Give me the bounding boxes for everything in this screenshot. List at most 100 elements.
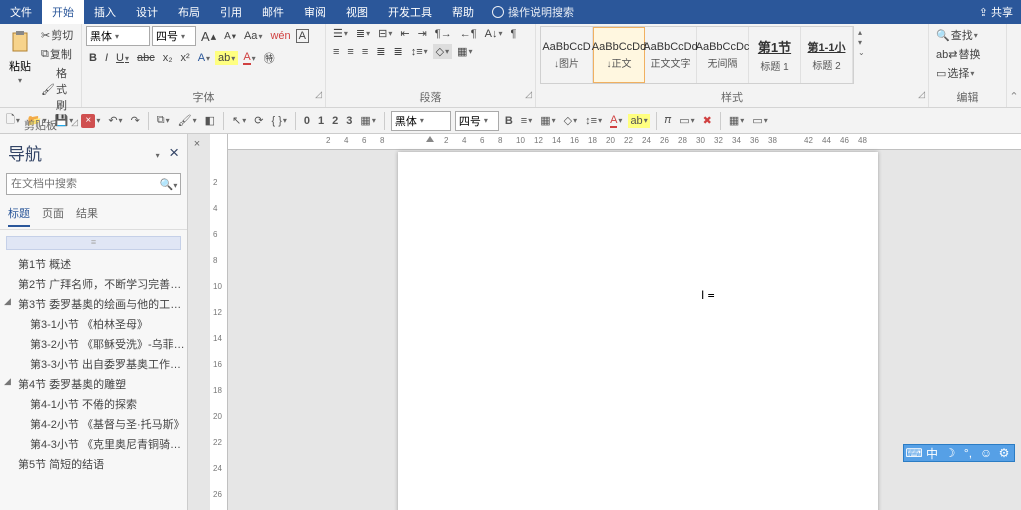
- qat-bold[interactable]: B: [503, 114, 515, 128]
- style-gallery-scroll[interactable]: ▴▾⌄: [856, 26, 867, 59]
- style-body-text[interactable]: AaBbCcDd正文文字: [645, 27, 697, 83]
- tab-view[interactable]: 视图: [336, 0, 378, 24]
- underline-button[interactable]: U▾: [113, 51, 132, 65]
- align-right-button[interactable]: ≡: [359, 45, 371, 59]
- nav-tree-item[interactable]: 第5节 简短的结语: [0, 454, 187, 474]
- ime-settings-button[interactable]: ⚙: [997, 446, 1011, 460]
- change-case-button[interactable]: Aa▾: [241, 29, 265, 43]
- nav-tree-item[interactable]: ◢第4节 委罗基奥的雕塑: [0, 374, 187, 394]
- tab-layout[interactable]: 布局: [168, 0, 210, 24]
- qat-pointer[interactable]: ↖▾: [230, 113, 248, 128]
- collapse-ribbon-button[interactable]: ⌃: [1007, 24, 1021, 107]
- tab-references[interactable]: 引用: [210, 0, 252, 24]
- ime-moon-icon[interactable]: ☽: [943, 446, 957, 460]
- ime-emoji-button[interactable]: ☺: [979, 446, 993, 460]
- qat-font-size[interactable]: 四号▾: [455, 111, 499, 131]
- nav-tab-pages[interactable]: 页面: [42, 205, 64, 227]
- subscript-button[interactable]: x₂: [160, 51, 176, 65]
- nav-tree-item[interactable]: 第3-2小节 《耶稣受洗》-乌菲齐...: [0, 334, 187, 354]
- bold-button[interactable]: B: [86, 51, 100, 65]
- qat-n3[interactable]: 3: [344, 114, 354, 128]
- decrease-indent-button[interactable]: ⇤: [397, 26, 412, 41]
- sort-button[interactable]: A↓▾: [482, 27, 506, 41]
- ltr-button[interactable]: ¶→: [432, 27, 455, 41]
- enclose-char-button[interactable]: ㊕: [261, 49, 278, 67]
- ime-punct-button[interactable]: °,: [961, 446, 975, 460]
- qat-highlight[interactable]: ab▾: [628, 114, 649, 128]
- qat-copy[interactable]: ⧉▾: [155, 113, 172, 128]
- font-launcher[interactable]: ◿: [315, 89, 322, 100]
- tab-home[interactable]: 开始: [42, 0, 84, 24]
- pinyin-guide-button[interactable]: wén: [267, 29, 293, 43]
- document-page[interactable]: [398, 152, 878, 510]
- ime-toolbar[interactable]: ⌨ 中 ☽ °, ☺ ⚙: [903, 444, 1015, 462]
- paste-button[interactable]: 粘贴 ▾: [4, 26, 36, 87]
- nav-tab-headings[interactable]: 标题: [8, 205, 30, 227]
- style-normal[interactable]: AaBbCcDd↓正文: [593, 27, 645, 83]
- nav-menu-button[interactable]: ▾: [156, 151, 160, 160]
- cut-button[interactable]: ✂ 剪切: [38, 26, 77, 44]
- horizontal-ruler[interactable]: 8642246810121416182022242628303234363842…: [228, 134, 1021, 150]
- font-color-button[interactable]: A▾: [240, 50, 258, 66]
- style-heading2[interactable]: 第1-1小标题 2: [801, 27, 853, 83]
- align-center-button[interactable]: ≡: [344, 45, 356, 59]
- qat-refresh[interactable]: ⟳: [252, 113, 265, 128]
- qat-equation[interactable]: 𝜋: [663, 113, 674, 128]
- nav-tree-item[interactable]: ◢第3节 委罗基奥的绘画与他的工作室: [0, 294, 187, 314]
- align-distribute-button[interactable]: ≣: [390, 44, 405, 59]
- nav-tree-item[interactable]: 第4-3小节 《克里奥尼青铜骑马...: [0, 434, 187, 454]
- nav-search-input[interactable]: [7, 178, 157, 190]
- qat-remove[interactable]: ✖: [701, 113, 714, 128]
- copy-button[interactable]: ⧉ 复制: [38, 45, 77, 63]
- qat-field[interactable]: { }▾: [270, 114, 289, 128]
- multilevel-button[interactable]: ⊟▾: [375, 26, 395, 41]
- ime-lang-button[interactable]: 中: [925, 446, 939, 460]
- clipboard-launcher[interactable]: ◿: [71, 117, 78, 128]
- bullets-button[interactable]: ☰▾: [330, 26, 351, 41]
- tab-developer[interactable]: 开发工具: [378, 0, 442, 24]
- qat-border[interactable]: ▦▾: [538, 113, 557, 128]
- qat-spacing[interactable]: ↕≡▾: [583, 114, 604, 128]
- nav-search-button[interactable]: 🔍▾: [157, 178, 180, 191]
- text-effects-button[interactable]: A▾: [195, 51, 213, 65]
- qat-shading[interactable]: ◇▾: [562, 113, 579, 128]
- align-justify-button[interactable]: ≣: [373, 44, 388, 59]
- nav-tree-item[interactable]: 第3-3小节 出自委罗基奥工作室...: [0, 354, 187, 374]
- nav-tree-item[interactable]: 第4-1小节 不倦的探索: [0, 394, 187, 414]
- font-size-select[interactable]: 四号▾: [152, 26, 196, 46]
- align-left-button[interactable]: ≡: [330, 45, 342, 59]
- qat-n1[interactable]: 1: [316, 114, 326, 128]
- styles-launcher[interactable]: ◿: [918, 89, 925, 100]
- borders-button[interactable]: ▦▾: [454, 44, 475, 59]
- show-marks-button[interactable]: ¶: [508, 27, 520, 41]
- nav-close-button[interactable]: ×: [169, 143, 179, 162]
- qat-align[interactable]: ≡▾: [519, 114, 534, 128]
- qat-font-family[interactable]: 黑体▾: [391, 111, 451, 131]
- paragraph-launcher[interactable]: ◿: [525, 89, 532, 100]
- nav-tree-item[interactable]: 第1节 概述: [0, 254, 187, 274]
- italic-button[interactable]: I: [102, 51, 111, 65]
- tab-help[interactable]: 帮助: [442, 0, 484, 24]
- char-border-button[interactable]: A: [296, 29, 309, 43]
- superscript-button[interactable]: x²: [178, 51, 193, 65]
- tab-file[interactable]: 文件: [0, 0, 42, 24]
- tab-review[interactable]: 审阅: [294, 0, 336, 24]
- line-spacing-button[interactable]: ↕≡▾: [408, 45, 431, 59]
- replace-button[interactable]: ab⇄ 替换: [933, 45, 983, 63]
- vertical-ruler[interactable]: 24681012141618202224262830: [210, 134, 228, 510]
- strike-button[interactable]: abc: [134, 51, 158, 65]
- increase-indent-button[interactable]: ⇥: [415, 26, 430, 41]
- numbering-button[interactable]: ≣▾: [353, 26, 373, 41]
- qat-table[interactable]: ▦▾: [358, 113, 377, 128]
- qat-n0[interactable]: 0: [302, 114, 312, 128]
- qat-n2[interactable]: 2: [330, 114, 340, 128]
- grow-font-button[interactable]: A▴: [198, 28, 219, 45]
- share-button[interactable]: ⇪ 共享: [979, 4, 1013, 20]
- shrink-font-button[interactable]: A▾: [221, 30, 239, 43]
- qat-more[interactable]: ▭▾: [750, 113, 769, 128]
- find-button[interactable]: 🔍 查找 ▾: [933, 26, 981, 44]
- qat-eraser[interactable]: ◧: [203, 113, 217, 128]
- nav-tree-item[interactable]: 第2节 广拜名师，不断学习完善自己: [0, 274, 187, 294]
- rtl-button[interactable]: ←¶: [457, 27, 480, 41]
- tab-mailings[interactable]: 邮件: [252, 0, 294, 24]
